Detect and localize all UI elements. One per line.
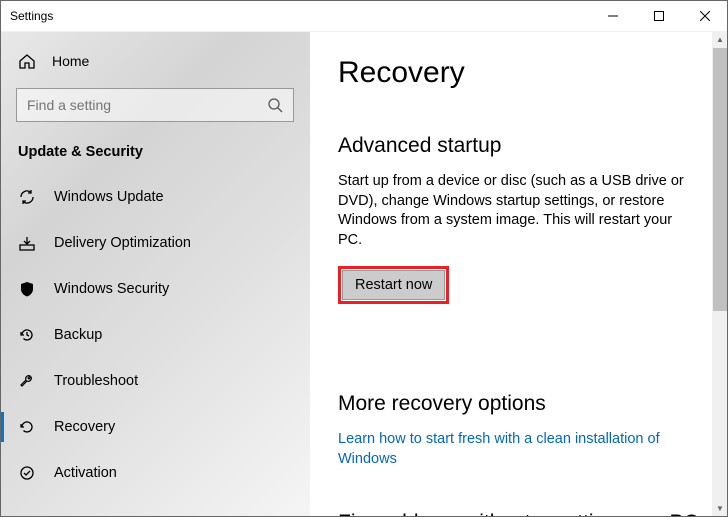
sidebar-item-label: Backup [54, 327, 102, 343]
more-recovery-section: More recovery options Learn how to start… [338, 392, 700, 469]
scroll-up-arrow[interactable]: ▲ [712, 32, 728, 48]
window-title: Settings [10, 9, 53, 23]
sidebar-item-delivery-optimization[interactable]: Delivery Optimization [0, 220, 310, 266]
sidebar-item-label: Troubleshoot [54, 373, 138, 389]
close-button[interactable] [682, 0, 728, 32]
titlebar: Settings [0, 0, 728, 32]
fresh-install-link[interactable]: Learn how to start fresh with a clean in… [338, 430, 700, 469]
sidebar-item-label: Delivery Optimization [54, 235, 191, 251]
more-recovery-title: More recovery options [338, 392, 700, 416]
search-input[interactable] [27, 97, 267, 113]
sidebar-item-label: Recovery [54, 419, 115, 435]
restart-now-button[interactable]: Restart now [342, 270, 445, 300]
content-area: Recovery Advanced startup Start up from … [310, 32, 728, 517]
shield-icon [18, 280, 36, 298]
sidebar-item-windows-update[interactable]: Windows Update [0, 174, 310, 220]
search-icon [267, 97, 283, 113]
scroll-down-arrow[interactable]: ▼ [712, 501, 728, 517]
scroll-track[interactable] [712, 48, 728, 501]
home-label: Home [52, 53, 89, 69]
sidebar-item-label: Windows Update [54, 189, 164, 205]
sidebar-item-activation[interactable]: Activation [0, 450, 310, 496]
backup-icon [18, 326, 36, 344]
activation-icon [18, 464, 36, 482]
recovery-icon [18, 418, 36, 436]
sync-icon [18, 188, 36, 206]
advanced-startup-title: Advanced startup [338, 134, 700, 158]
sidebar: Home Update & Security Windows Update De… [0, 32, 310, 517]
home-icon [18, 52, 36, 70]
minimize-button[interactable] [590, 0, 636, 32]
home-nav[interactable]: Home [0, 44, 310, 78]
sidebar-item-windows-security[interactable]: Windows Security [0, 266, 310, 312]
restart-highlight: Restart now [338, 266, 449, 304]
sidebar-item-label: Activation [54, 465, 117, 481]
wrench-icon [18, 372, 36, 390]
page-title: Recovery [338, 56, 700, 90]
scroll-thumb[interactable] [713, 48, 727, 311]
scrollbar[interactable]: ▲ ▼ [712, 32, 728, 517]
category-title: Update & Security [0, 144, 310, 174]
sidebar-item-label: Windows Security [54, 281, 169, 297]
advanced-startup-section: Advanced startup Start up from a device … [338, 134, 700, 350]
fix-problems-title: Fix problems without resetting your PC [338, 511, 700, 517]
window-controls [590, 0, 728, 31]
search-box[interactable] [16, 88, 294, 122]
sidebar-item-troubleshoot[interactable]: Troubleshoot [0, 358, 310, 404]
maximize-button[interactable] [636, 0, 682, 32]
fix-problems-section: Fix problems without resetting your PC [338, 511, 700, 517]
delivery-icon [18, 234, 36, 252]
sidebar-item-backup[interactable]: Backup [0, 312, 310, 358]
sidebar-item-recovery[interactable]: Recovery [0, 404, 310, 450]
advanced-startup-text: Start up from a device or disc (such as … [338, 172, 700, 250]
